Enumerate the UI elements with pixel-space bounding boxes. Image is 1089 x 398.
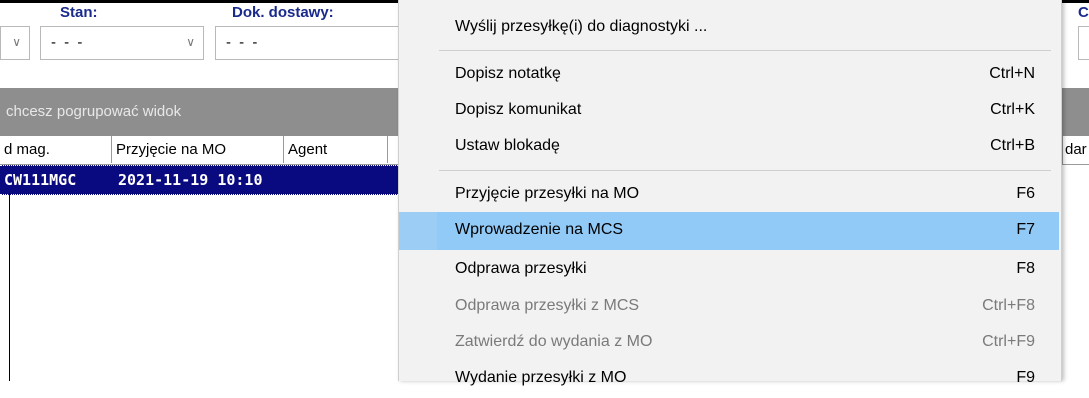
menu-item-label: Odprawa przesyłki	[455, 260, 587, 277]
chevron-down-icon: ∨	[12, 35, 21, 49]
right-filter-label: C	[1078, 4, 1089, 21]
menu-item-shortcut: Ctrl+F8	[982, 297, 1035, 314]
menu-item-label: Zatwierdź do wydania z MO	[455, 333, 653, 350]
dok-dostawy-value: - - -	[226, 34, 260, 51]
menu-separator	[439, 50, 1051, 51]
right-filter-combo[interactable]	[1078, 26, 1089, 60]
table-cell: CW111MGC	[4, 171, 77, 189]
column-header[interactable]: Przyjęcie na MO	[112, 136, 284, 163]
menu-item-clearance-from-mcs: Odprawa przesyłki z MCS Ctrl+F8	[399, 288, 1059, 326]
dok-dostawy-field[interactable]: - - -	[215, 26, 400, 60]
menu-item-shortcut: F9	[1016, 369, 1035, 386]
menu-item-release-from-mo[interactable]: Wydanie przesyłki z MO F9	[399, 360, 1059, 398]
table-cell	[290, 166, 388, 194]
left-filter-combo[interactable]: ∨	[0, 26, 30, 60]
menu-item-label: Ustaw blokadę	[455, 137, 560, 154]
group-by-hint: chcesz pogrupować widok	[6, 103, 182, 120]
dok-dostawy-label: Dok. dostawy:	[232, 4, 334, 21]
menu-item-shortcut: Ctrl+K	[990, 101, 1035, 118]
menu-item-label: Wprowadzenie na MCS	[455, 221, 624, 238]
menu-item-add-note[interactable]: Dopisz notatkę Ctrl+N	[399, 56, 1059, 94]
menu-item-label: Dopisz notatkę	[455, 65, 561, 82]
menu-item-enter-mcs[interactable]: Wprowadzenie na MCS F7	[399, 212, 1059, 250]
table-row[interactable]: CW111MGC 2021-11-19 10:10	[0, 165, 400, 195]
menu-item-clearance[interactable]: Odprawa przesyłki F8	[399, 251, 1059, 289]
menu-item-shortcut: F8	[1016, 260, 1035, 277]
column-header[interactable]: d mag.	[0, 136, 112, 163]
menu-item-shortcut: Ctrl+F9	[982, 333, 1035, 350]
menu-item-label: Dopisz komunikat	[455, 101, 582, 118]
stan-combo[interactable]: - - - ∨	[40, 26, 204, 60]
column-header[interactable]: dar	[1062, 136, 1089, 164]
menu-item-shortcut: Ctrl+N	[989, 65, 1035, 82]
menu-item-label: Wyślij przesyłkę(i) do diagnostyki ...	[455, 18, 708, 35]
menu-separator	[439, 170, 1051, 171]
menu-item-label: Odprawa przesyłki z MCS	[455, 297, 640, 314]
menu-item-approve-release: Zatwierdź do wydania z MO Ctrl+F9	[399, 324, 1059, 362]
menu-item-send-to-diagnostics[interactable]: Wyślij przesyłkę(i) do diagnostyki ...	[399, 9, 1059, 47]
context-menu: Wyślij przesyłkę(i) do diagnostyki ... D…	[398, 0, 1062, 386]
menu-item-receive-on-mo[interactable]: Przyjęcie przesyłki na MO F6	[399, 176, 1059, 214]
chevron-down-icon: ∨	[186, 35, 195, 49]
menu-item-set-block[interactable]: Ustaw blokadę Ctrl+B	[399, 128, 1059, 166]
menu-item-add-message[interactable]: Dopisz komunikat Ctrl+K	[399, 92, 1059, 130]
menu-item-gutter	[399, 212, 437, 250]
stan-label: Stan:	[60, 4, 98, 21]
table-cell: 2021-11-19 10:10	[118, 171, 263, 189]
stan-value: - - -	[51, 34, 85, 51]
menu-item-label: Przyjęcie przesyłki na MO	[455, 185, 640, 202]
menu-item-shortcut: Ctrl+B	[990, 137, 1035, 154]
menu-item-shortcut: F6	[1016, 185, 1035, 202]
menu-item-shortcut: F7	[1016, 221, 1035, 238]
grid-border	[9, 193, 10, 381]
column-header[interactable]: Agent	[284, 136, 388, 163]
menu-item-label: Wydanie przesyłki z MO	[455, 369, 627, 386]
